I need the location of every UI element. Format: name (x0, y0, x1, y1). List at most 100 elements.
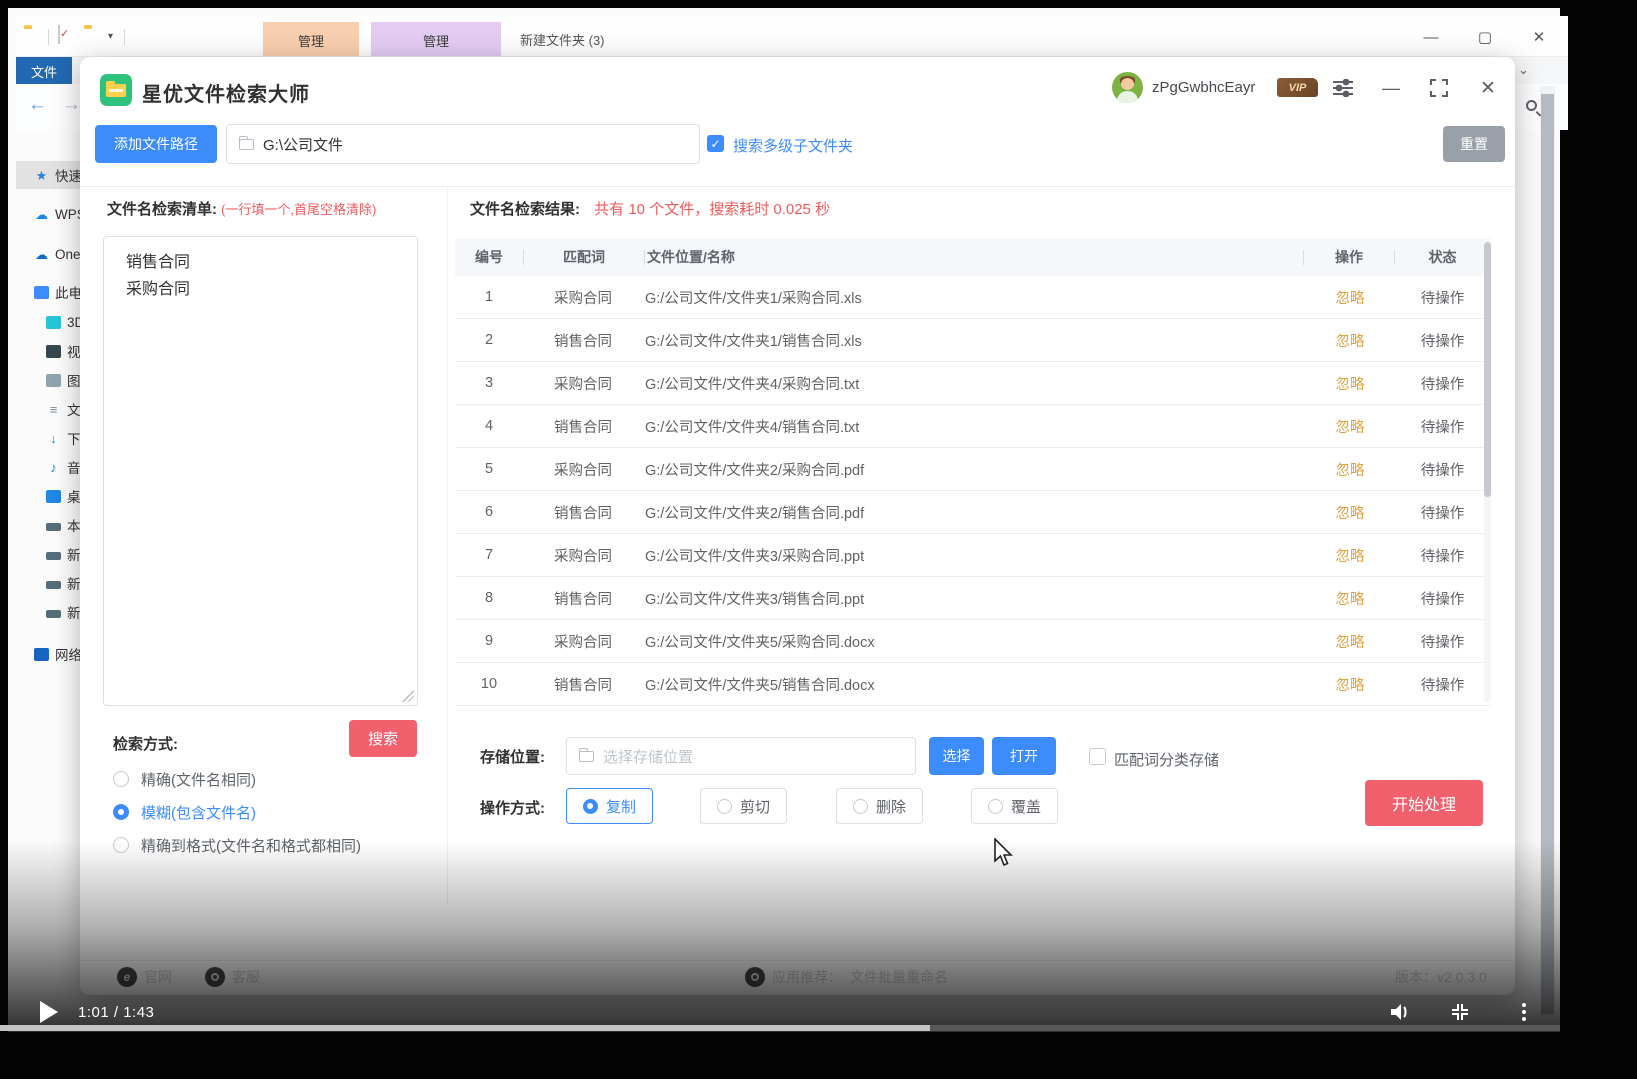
ignore-link[interactable]: 忽略 (1305, 330, 1395, 351)
radio-icon[interactable] (113, 804, 129, 820)
player-menu-kebab-icon[interactable] (1512, 1000, 1536, 1024)
dialog-fullscreen-icon[interactable] (1426, 75, 1452, 101)
radio-icon[interactable] (113, 771, 129, 787)
sidebar-item-15[interactable]: 网络 (16, 640, 88, 668)
sidebar-item-label: 文 (67, 399, 81, 419)
sidebar-item-3[interactable]: 此电 (16, 278, 88, 306)
radio-icon[interactable] (853, 799, 868, 814)
resize-grip[interactable] (402, 690, 414, 702)
sidebar-item-4[interactable]: 3D (16, 308, 88, 336)
play-button[interactable] (40, 1001, 58, 1023)
video-icon (46, 345, 61, 358)
ribbon-context-tab-manage-1[interactable]: 管理 (263, 22, 359, 58)
open-button[interactable]: 打开 (992, 737, 1056, 775)
radio-icon[interactable] (717, 799, 732, 814)
sidebar-item-8[interactable]: ↓下 (16, 424, 88, 452)
cell-word: 采购合同 (523, 459, 643, 480)
results-scrollbar[interactable] (1484, 242, 1491, 702)
folder-icon (579, 751, 594, 762)
scrollbar-thumb[interactable] (1541, 94, 1554, 1014)
exit-fullscreen-icon[interactable] (1448, 1000, 1472, 1024)
ignore-link[interactable]: 忽略 (1305, 631, 1395, 652)
ribbon-context-tab-manage-2[interactable]: 管理 (371, 22, 501, 58)
search-mode-option-0[interactable]: 精确(文件名相同) (113, 768, 256, 790)
ignore-link[interactable]: 忽略 (1305, 502, 1395, 523)
explorer-scrollbar[interactable] (1540, 86, 1555, 1016)
cell-path: G:/公司文件/文件夹4/采购合同.txt (643, 373, 1305, 394)
radio-icon[interactable] (583, 799, 598, 814)
explorer-minimize-button[interactable]: — (1416, 24, 1446, 50)
sidebar-item-10[interactable]: 桌 (16, 482, 88, 510)
sidebar-item-label: 新 (67, 544, 81, 564)
sidebar-item-0[interactable]: ★快速 (16, 161, 88, 189)
recommend-link[interactable]: 应用推荐： 文件批量重命名 (745, 967, 948, 987)
properties-icon[interactable] (58, 25, 60, 44)
settings-sliders-icon[interactable] (1330, 75, 1356, 101)
choose-button[interactable]: 选择 (929, 737, 984, 775)
sidebar-item-13[interactable]: 新 (16, 569, 88, 597)
sidebar-item-7[interactable]: ≡文 (16, 395, 88, 423)
sidebar-item-label: 此电 (55, 282, 82, 302)
explorer-window-title: 新建文件夹 (3) (520, 30, 605, 49)
chevron-down-icon[interactable]: ▾ (108, 31, 113, 49)
ignore-link[interactable]: 忽略 (1305, 588, 1395, 609)
ignore-link[interactable]: 忽略 (1305, 287, 1395, 308)
keyword-textarea[interactable]: 销售合同 采购合同 (103, 236, 418, 706)
subfolder-label[interactable]: 搜索多级子文件夹 (733, 135, 853, 156)
ribbon-collapse-chevron-icon[interactable]: ⌄ (1518, 62, 1529, 78)
classify-checkbox[interactable] (1089, 748, 1106, 765)
search-button[interactable]: 搜索 (349, 720, 417, 757)
col-header-path: 文件位置/名称 (645, 247, 1303, 267)
search-icon[interactable] (1526, 100, 1537, 111)
sidebar-item-1[interactable]: ☁WPS (16, 200, 88, 228)
sidebar-item-11[interactable]: 本 (16, 511, 88, 539)
radio-icon[interactable] (988, 799, 1003, 814)
support-link[interactable]: 客服 (205, 967, 260, 987)
file-menu-button[interactable]: 文件 (16, 57, 72, 85)
scrollbar-thumb[interactable] (1484, 242, 1491, 497)
operation-option-0[interactable]: 复制 (566, 788, 653, 824)
subfolder-checkbox[interactable]: ✓ (707, 135, 724, 152)
operation-option-2[interactable]: 删除 (836, 788, 923, 824)
path-input[interactable]: G:\公司文件 (226, 124, 700, 164)
start-button[interactable]: 开始处理 (1365, 780, 1483, 826)
recommend-app-label[interactable]: 文件批量重命名 (850, 967, 948, 987)
sidebar-item-5[interactable]: 视 (16, 337, 88, 365)
search-mode-option-1[interactable]: 模糊(包含文件名) (113, 801, 256, 823)
sidebar-item-9[interactable]: ♪音 (16, 453, 88, 481)
ignore-link[interactable]: 忽略 (1305, 545, 1395, 566)
sidebar-item-6[interactable]: 图 (16, 366, 88, 394)
back-arrow-icon[interactable]: ← (28, 94, 47, 116)
ignore-link[interactable]: 忽略 (1305, 416, 1395, 437)
dialog-minimize-icon[interactable]: — (1378, 75, 1404, 101)
volume-icon[interactable] (1388, 1000, 1412, 1024)
operation-option-3[interactable]: 覆盖 (971, 788, 1058, 824)
disk-icon (46, 581, 61, 589)
ignore-link[interactable]: 忽略 (1305, 674, 1395, 695)
progress-bar[interactable] (0, 1025, 1560, 1031)
sidebar-item-2[interactable]: ☁One (16, 240, 88, 268)
dialog-close-icon[interactable]: ✕ (1475, 75, 1501, 101)
radio-icon[interactable] (113, 837, 129, 853)
desktop-icon (46, 490, 61, 503)
username[interactable]: zPgGwbhcEayr (1152, 79, 1255, 96)
forward-arrow-icon[interactable]: → (62, 94, 81, 116)
official-site-link[interactable]: e 官网 (117, 967, 172, 987)
reset-button[interactable]: 重置 (1443, 126, 1505, 162)
sidebar-item-12[interactable]: 新 (16, 540, 88, 568)
version-label: 版本：v2.0.3.0 (1395, 967, 1487, 987)
classify-label[interactable]: 匹配词分类存储 (1114, 749, 1219, 770)
explorer-maximize-button[interactable]: ▢ (1470, 24, 1500, 50)
path-value: G:\公司文件 (263, 134, 343, 155)
explorer-close-button[interactable]: ✕ (1524, 24, 1554, 50)
video-player-stage: ▾ 管理 管理 新建文件夹 (3) — ▢ ✕ 文件 主页共享查看驱动器工具应用… (0, 0, 1637, 1079)
storage-location-input[interactable]: 选择存储位置 (566, 737, 916, 775)
search-mode-option-2[interactable]: 精确到格式(文件名和格式都相同) (113, 834, 361, 856)
ignore-link[interactable]: 忽略 (1305, 373, 1395, 394)
operation-option-1[interactable]: 剪切 (700, 788, 787, 824)
cell-path: G:/公司文件/文件夹4/销售合同.txt (643, 416, 1305, 437)
sidebar-item-14[interactable]: 新 (16, 598, 88, 626)
ignore-link[interactable]: 忽略 (1305, 459, 1395, 480)
add-path-button[interactable]: 添加文件路径 (95, 125, 217, 163)
avatar[interactable] (1112, 72, 1143, 103)
